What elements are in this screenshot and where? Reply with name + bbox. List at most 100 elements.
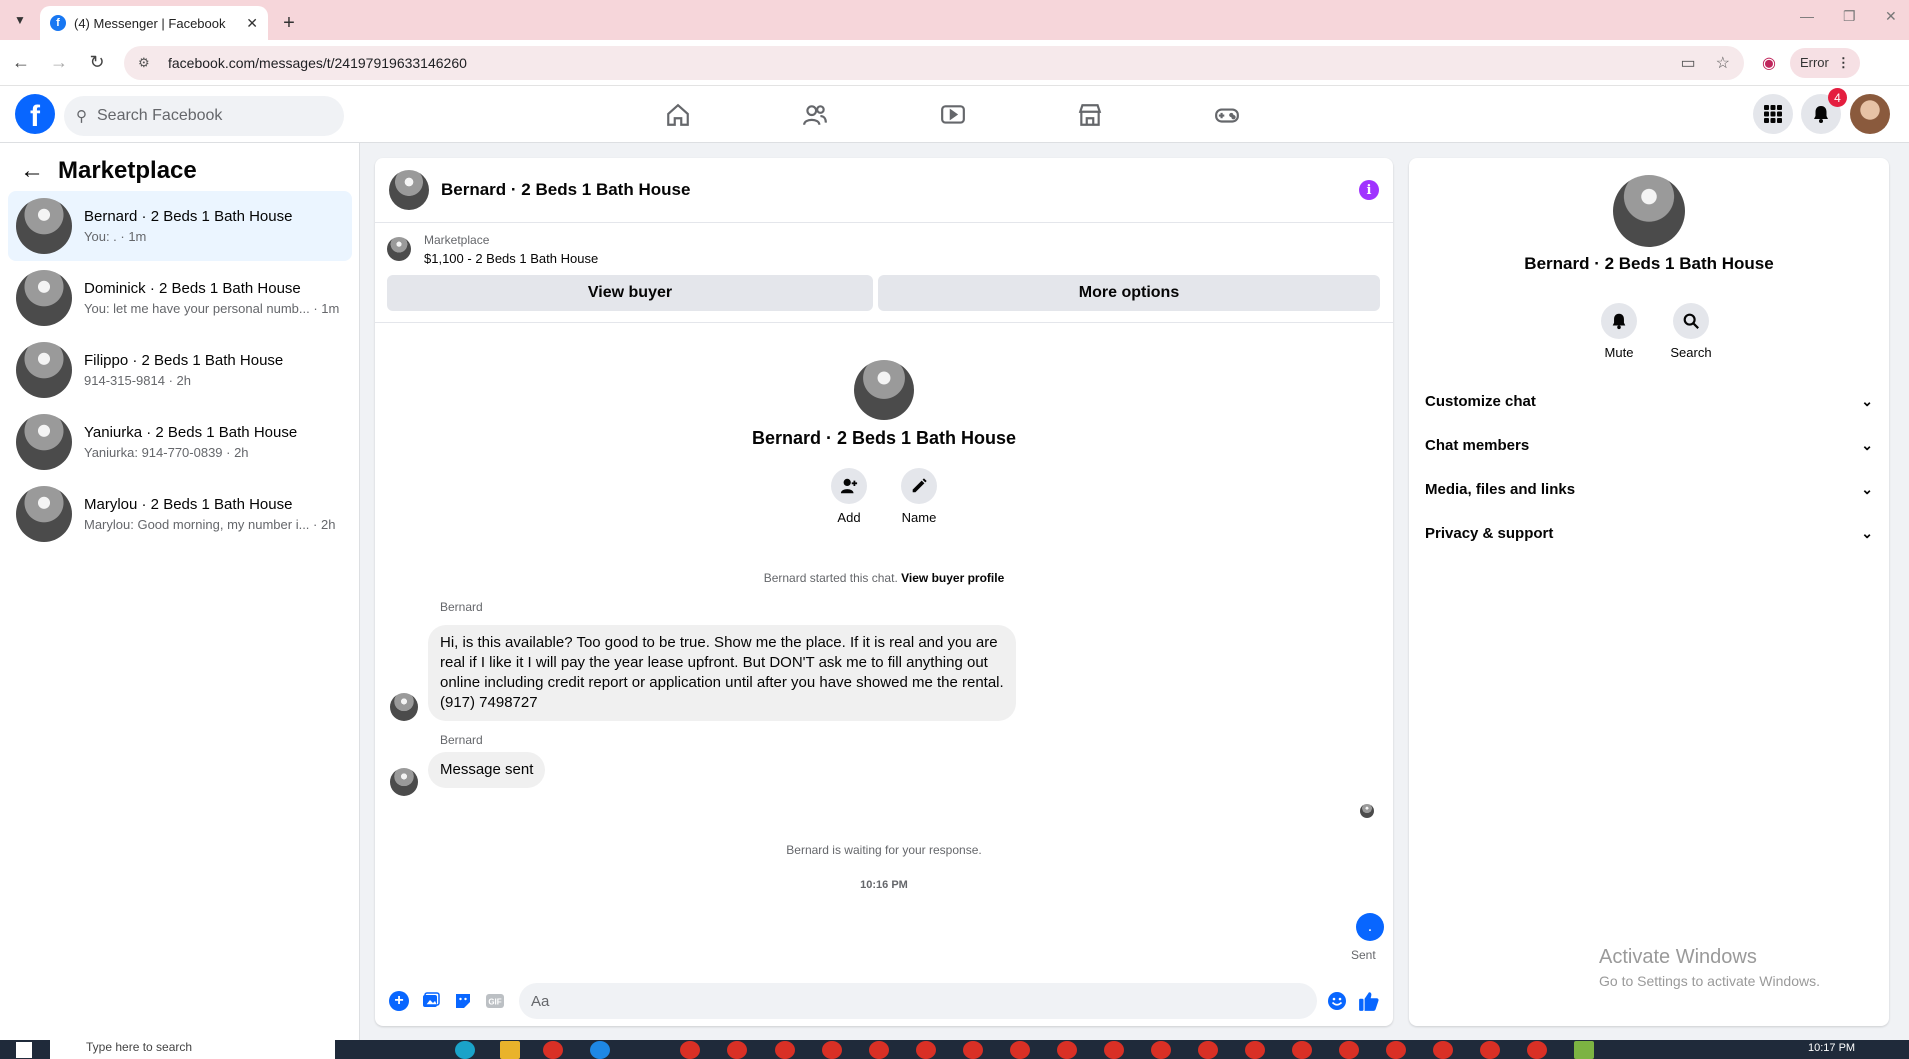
conversation-avatar	[16, 486, 72, 542]
chat-members-section[interactable]: Chat members ⌄	[1417, 423, 1881, 467]
chrome-taskbar-icon[interactable]	[1010, 1041, 1030, 1059]
chrome-taskbar-icon[interactable]	[543, 1041, 563, 1059]
chrome-taskbar-icon[interactable]	[727, 1041, 747, 1059]
message-input[interactable]	[519, 983, 1317, 1019]
marketplace-nav-icon[interactable]	[1035, 86, 1145, 143]
facebook-search-input[interactable]: ⚲ Search Facebook	[64, 96, 344, 136]
chrome-taskbar-icon[interactable]	[1292, 1041, 1312, 1059]
url-text[interactable]: facebook.com/messages/t/2419791963314626…	[168, 55, 1661, 71]
chrome-taskbar-icon[interactable]	[775, 1041, 795, 1059]
taskbar-search[interactable]: Type here to search	[50, 1040, 335, 1059]
chrome-taskbar-icon[interactable]	[1104, 1041, 1124, 1059]
conversation-item[interactable]: Bernard · 2 Beds 1 Bath House You: . · 1…	[8, 191, 352, 261]
windows-taskbar: Type here to search 10:17 PM	[0, 1040, 1909, 1059]
attach-media-icon[interactable]	[415, 985, 447, 1017]
view-buyer-button[interactable]: View buyer	[387, 275, 873, 311]
message-sender: Bernard	[440, 600, 483, 614]
chat-header-avatar[interactable]	[389, 170, 429, 210]
close-window-icon[interactable]: ✕	[1885, 8, 1897, 25]
chrome-taskbar-icon[interactable]	[916, 1041, 936, 1059]
chrome-taskbar-icon[interactable]	[1245, 1041, 1265, 1059]
message-bubble[interactable]: Message sent	[428, 752, 546, 788]
account-avatar[interactable]	[1850, 94, 1890, 134]
notifications-button[interactable]: 4	[1801, 88, 1847, 134]
section-label: Chat members	[1425, 436, 1530, 454]
address-bar[interactable]: ⚙ facebook.com/messages/t/24197919633146…	[124, 45, 1744, 80]
chevron-down-icon: ⌄	[1861, 480, 1873, 497]
media-files-links-section[interactable]: Media, files and links ⌄	[1417, 467, 1881, 511]
facebook-logo-icon[interactable]: f	[15, 94, 55, 134]
tab-close-icon[interactable]: ✕	[246, 15, 258, 32]
gaming-nav-icon[interactable]	[1172, 86, 1282, 143]
conversation-item[interactable]: Filippo · 2 Beds 1 Bath House 914-315-98…	[8, 335, 352, 405]
conversation-item[interactable]: Dominick · 2 Beds 1 Bath House You: let …	[8, 263, 352, 333]
chrome-taskbar-icon[interactable]	[1386, 1041, 1406, 1059]
conversation-item[interactable]: Marylou · 2 Beds 1 Bath House Marylou: G…	[8, 479, 352, 549]
file-explorer-taskbar-icon[interactable]	[500, 1041, 520, 1059]
thumbs-up-icon[interactable]	[1353, 985, 1385, 1017]
chrome-taskbar-icon[interactable]	[1339, 1041, 1359, 1059]
menu-grid-icon[interactable]	[1753, 94, 1793, 134]
view-buyer-profile-link[interactable]: View buyer profile	[901, 571, 1004, 585]
chrome-taskbar-icon[interactable]	[1480, 1041, 1500, 1059]
tab-search-chevron-icon[interactable]: ▼	[6, 6, 34, 34]
bell-icon	[1814, 106, 1828, 123]
browser-profile-icon[interactable]: ◉	[1762, 53, 1776, 73]
back-arrow-icon[interactable]: ←	[20, 157, 44, 185]
chrome-taskbar-icon[interactable]	[869, 1041, 889, 1059]
conversation-name: Yaniurka · 2 Beds 1 Bath House	[84, 424, 298, 441]
browser-menu-icon[interactable]: ⋮	[1837, 55, 1850, 71]
chrome-taskbar-icon[interactable]	[1151, 1041, 1171, 1059]
chrome-taskbar-icon[interactable]	[1057, 1041, 1077, 1059]
conversation-info-icon[interactable]: i	[1359, 180, 1379, 200]
customize-chat-section[interactable]: Customize chat ⌄	[1417, 379, 1881, 423]
mail-taskbar-icon[interactable]	[590, 1041, 610, 1059]
calculator-taskbar-icon[interactable]	[1574, 1041, 1594, 1059]
install-app-icon[interactable]: ▭	[1681, 53, 1696, 73]
browser-tab-messenger[interactable]: f (4) Messenger | Facebook ✕	[40, 6, 268, 40]
chrome-taskbar-icon[interactable]	[680, 1041, 700, 1059]
search-in-conversation-button[interactable]: Search	[1661, 303, 1721, 360]
forward-icon[interactable]: →	[42, 46, 76, 80]
bookmark-star-icon[interactable]: ☆	[1716, 53, 1730, 73]
watch-nav-icon[interactable]	[898, 86, 1008, 143]
minimize-window-icon[interactable]: —	[1800, 8, 1814, 24]
friends-nav-icon[interactable]	[760, 86, 870, 143]
conversation-avatar	[16, 342, 72, 398]
chat-header-name[interactable]: Bernard · 2 Beds 1 Bath House	[441, 180, 1359, 200]
reload-icon[interactable]: ↻	[80, 46, 114, 80]
facebook-favicon-icon: f	[50, 15, 66, 31]
back-icon[interactable]: ←	[4, 46, 38, 80]
chrome-taskbar-icon[interactable]	[822, 1041, 842, 1059]
mute-button[interactable]: Mute	[1589, 303, 1649, 360]
new-tab-button[interactable]: +	[274, 8, 304, 38]
name-button[interactable]: Name	[889, 468, 949, 525]
restore-window-icon[interactable]: ❐	[1843, 8, 1856, 25]
chevron-down-icon: ⌄	[1861, 392, 1873, 409]
taskbar-clock[interactable]: 10:17 PM	[1808, 1042, 1855, 1054]
conversation-preview: Marylou: Good morning, my number i... · …	[84, 517, 336, 532]
chrome-taskbar-icon[interactable]	[1198, 1041, 1218, 1059]
intro-name: Bernard · 2 Beds 1 Bath House	[751, 428, 1017, 448]
notification-badge: 4	[1828, 88, 1847, 107]
chrome-taskbar-icon[interactable]	[1433, 1041, 1453, 1059]
chrome-taskbar-icon[interactable]	[1527, 1041, 1547, 1059]
home-nav-icon[interactable]	[623, 86, 733, 143]
gif-icon[interactable]: GIF	[479, 985, 511, 1017]
emoji-icon[interactable]	[1321, 985, 1353, 1017]
sent-message-bubble[interactable]: .	[1356, 913, 1384, 941]
privacy-support-section[interactable]: Privacy & support ⌄	[1417, 511, 1881, 555]
more-options-button[interactable]: More options	[878, 275, 1380, 311]
edge-taskbar-icon[interactable]	[455, 1041, 475, 1059]
more-actions-button[interactable]: +	[383, 985, 415, 1017]
conversation-name: Dominick · 2 Beds 1 Bath House	[84, 280, 301, 297]
conversation-item[interactable]: Yaniurka · 2 Beds 1 Bath House Yaniurka:…	[8, 407, 352, 477]
site-info-icon[interactable]: ⚙	[138, 55, 154, 71]
add-button[interactable]: Add	[819, 468, 879, 525]
conversation-preview: 914-315-9814 · 2h	[84, 373, 191, 388]
windows-start-icon[interactable]	[16, 1042, 32, 1058]
sticker-icon[interactable]	[447, 985, 479, 1017]
browser-error-button[interactable]: Error ⋮	[1789, 47, 1860, 78]
message-bubble[interactable]: Hi, is this available? Too good to be tr…	[428, 625, 1016, 721]
chrome-taskbar-icon[interactable]	[963, 1041, 983, 1059]
